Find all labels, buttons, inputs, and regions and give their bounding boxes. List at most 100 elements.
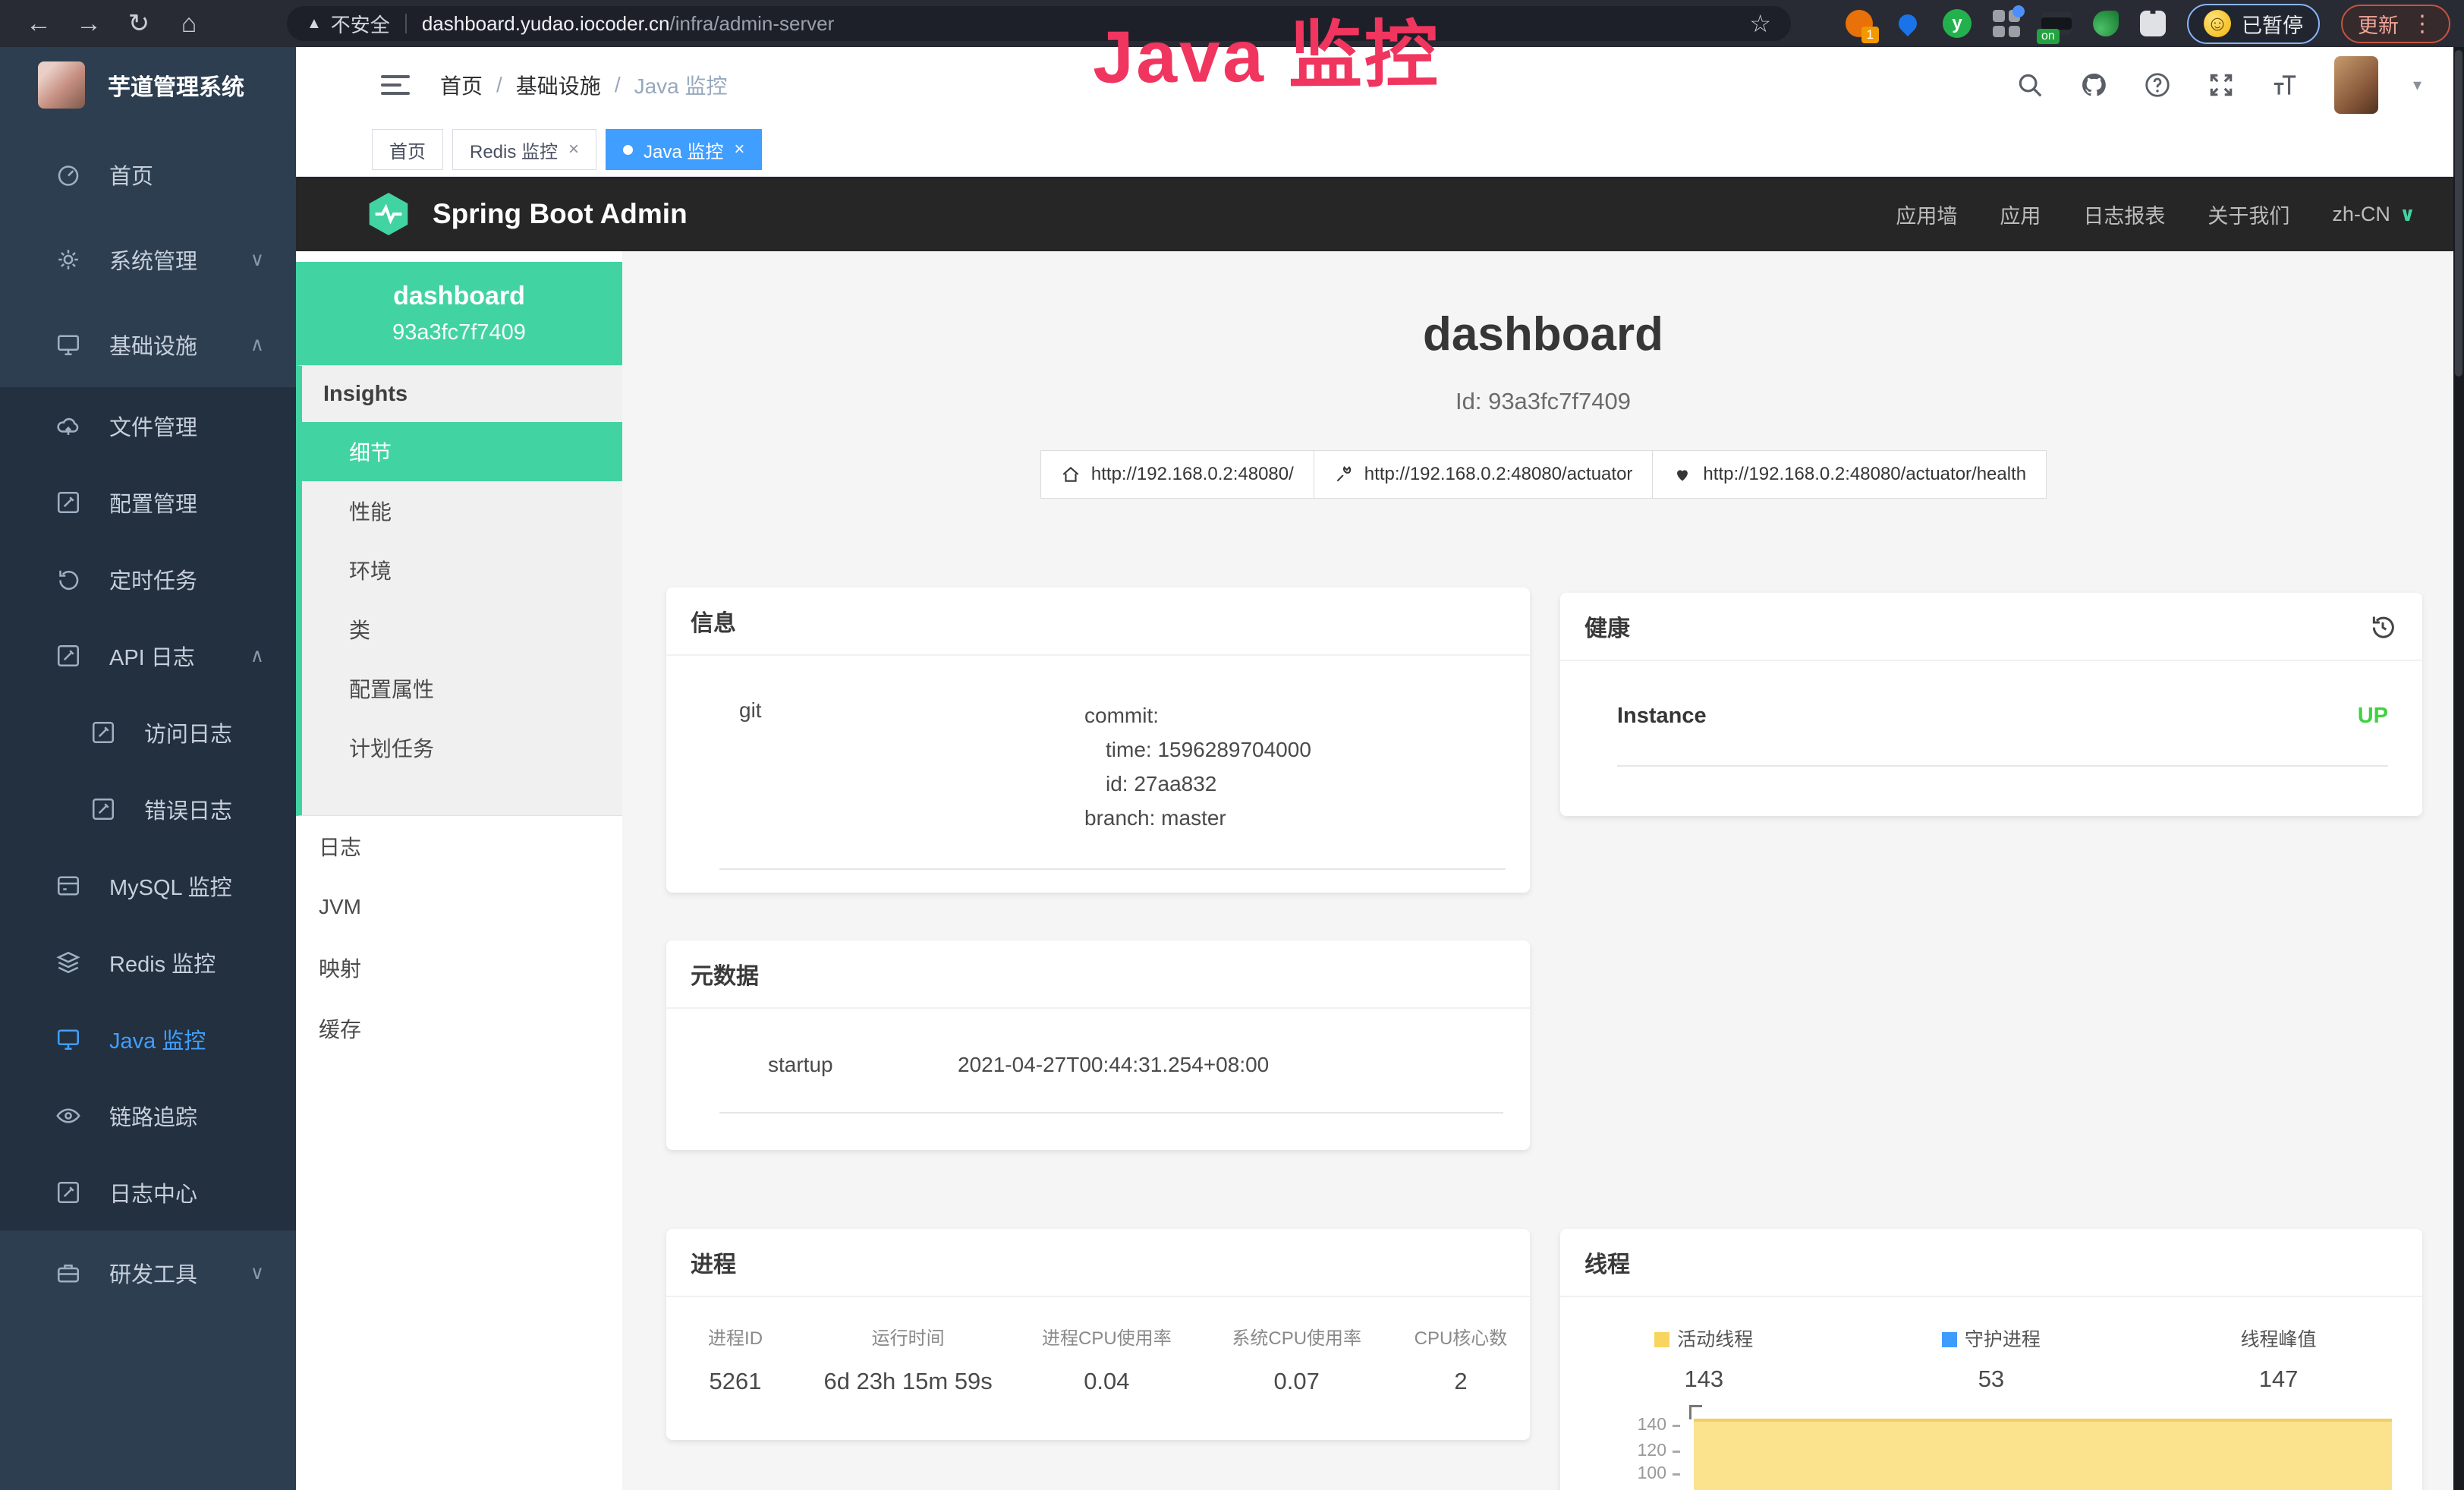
extension-switch-icon[interactable]: on [2041, 12, 2072, 35]
tab-java[interactable]: Java 监控 × [606, 129, 762, 170]
sidebar-item-home[interactable]: 首页 [0, 132, 296, 217]
health-history-icon[interactable] [2368, 611, 2398, 641]
threads-card: 线程 活动线程 守护进程 线程峰值 143 53 147 140 [1560, 1229, 2422, 1490]
fullscreen-icon[interactable] [2207, 71, 2236, 99]
browser-forward-button[interactable]: → [64, 9, 114, 39]
monitor-icon [55, 331, 82, 358]
sba-menu-details[interactable]: 细节 [296, 422, 622, 481]
endpoint-home-button[interactable]: http://192.168.0.2:48080/ [1040, 450, 1314, 499]
sba-menu-scheduledtasks[interactable]: 计划任务 [302, 718, 622, 777]
breadcrumb-section[interactable]: 基础设施 [516, 70, 601, 100]
sidebar-item-api-log[interactable]: API 日志 ∧ [0, 617, 296, 694]
home-icon [1061, 465, 1081, 484]
tab-redis[interactable]: Redis 监控 × [452, 129, 596, 170]
sidebar-item-system[interactable]: 系统管理 ∨ [0, 217, 296, 302]
breadcrumb-separator [496, 73, 502, 97]
extension-orange-icon[interactable]: 1 [1846, 10, 1873, 37]
sidebar-item-file[interactable]: 文件管理 [0, 387, 296, 464]
sba-brand[interactable]: Spring Boot Admin [433, 198, 688, 230]
sba-menu-logfile[interactable]: 日志 [296, 816, 622, 877]
search-icon[interactable] [2016, 71, 2044, 99]
sidebar-item-config[interactable]: 配置管理 [0, 464, 296, 540]
col-header-uptime: 运行时间 [804, 1323, 1012, 1350]
sidebar-item-log-center[interactable]: 日志中心 [0, 1154, 296, 1230]
legend-swatch-yellow [1654, 1332, 1669, 1347]
sba-nav-applications[interactable]: 应用 [2000, 200, 2041, 229]
avatar-caret-icon[interactable]: ▾ [2413, 75, 2422, 95]
extension-pin-icon[interactable] [1895, 11, 1921, 36]
sba-menu-classes[interactable]: 类 [302, 600, 622, 659]
sba-menu-configprops[interactable]: 配置属性 [302, 659, 622, 718]
cloud-upload-icon [55, 412, 82, 439]
close-icon[interactable]: × [734, 139, 744, 160]
user-avatar[interactable] [2334, 56, 2378, 114]
endpoint-actuator-button[interactable]: http://192.168.0.2:48080/actuator [1314, 450, 1654, 499]
sba-instance-header[interactable]: dashboard 93a3fc7f7409 [296, 262, 622, 365]
col-header-cpu-cores: CPU核心数 [1392, 1323, 1530, 1350]
sba-menu-env[interactable]: 环境 [302, 540, 622, 600]
sidebar-submenu-infra: 文件管理 配置管理 定时任务 API 日志 ∧ [0, 387, 296, 1230]
extension-grid-icon[interactable] [1993, 10, 2020, 37]
sba-menu-mappings[interactable]: 映射 [296, 937, 622, 998]
close-icon[interactable]: × [568, 139, 579, 160]
address-bar[interactable]: ▲ 不安全 dashboard.yudao.iocoder.cn/infra/a… [287, 6, 1791, 41]
chevron-down-icon: ∨ [250, 248, 264, 271]
sba-menu-metrics[interactable]: 性能 [302, 481, 622, 540]
sidebar-item-label: MySQL 监控 [109, 870, 232, 902]
breadcrumb-home[interactable]: 首页 [440, 70, 483, 100]
sba-insights-group: Insights 细节 性能 环境 类 配置属性 计划任务 [296, 365, 622, 816]
bookmark-star-icon[interactable]: ☆ [1749, 9, 1771, 38]
hamburger-icon[interactable] [381, 70, 410, 100]
security-label[interactable]: 不安全 [331, 10, 390, 38]
paused-profile-chip[interactable]: ☺ 已暂停 [2187, 4, 2320, 44]
sidebar-item-devtools[interactable]: 研发工具 ∨ [0, 1230, 296, 1315]
browser-reload-button[interactable]: ↻ [114, 8, 164, 39]
extensions-puzzle-icon[interactable] [2140, 11, 2166, 36]
sidebar-item-java[interactable]: Java 监控 [0, 1000, 296, 1077]
tab-label: 首页 [389, 137, 426, 163]
sidebar-item-label: Redis 监控 [109, 947, 216, 978]
help-icon[interactable] [2143, 71, 2172, 99]
sidebar-item-job[interactable]: 定时任务 [0, 540, 296, 617]
health-card: 健康 Instance UP [1560, 593, 2422, 816]
sba-nav-wall[interactable]: 应用墙 [1896, 200, 1957, 229]
y-axis-tick: 120 [1583, 1440, 1680, 1460]
extension-leaf-icon[interactable] [2093, 11, 2119, 36]
browser-update-button[interactable]: 更新 ⋮ [2341, 5, 2450, 43]
admin-logo-row[interactable]: 芋道管理系统 [0, 47, 296, 123]
sba-nav-journal[interactable]: 日志报表 [2083, 200, 2165, 229]
sba-menu-caches[interactable]: 缓存 [296, 998, 622, 1059]
threads-card-title: 线程 [1584, 1246, 1630, 1279]
github-icon[interactable] [2079, 71, 2108, 99]
browser-scrollbar[interactable] [2453, 47, 2464, 1490]
active-dot-icon [623, 145, 633, 155]
sidebar-item-mysql[interactable]: MySQL 监控 [0, 847, 296, 924]
sidebar-item-infra[interactable]: 基础设施 ∧ [0, 302, 296, 387]
sba-nav-about[interactable]: 关于我们 [2208, 200, 2289, 229]
sidebar-item-label: 日志中心 [109, 1177, 197, 1208]
scrollbar-thumb[interactable] [2455, 50, 2462, 376]
browser-menu-kebab-icon[interactable]: ⋮ [2411, 11, 2434, 37]
extension-y-icon[interactable]: y [1943, 9, 1972, 38]
admin-menu: 首页 系统管理 ∨ 基础设施 ∧ 文件管理 [0, 123, 296, 1315]
endpoint-health-button[interactable]: http://192.168.0.2:48080/actuator/health [1652, 450, 2047, 499]
browser-back-button[interactable]: ← [14, 9, 64, 39]
font-size-icon[interactable] [2270, 71, 2299, 99]
sidebar-item-label: 研发工具 [109, 1257, 197, 1289]
sba-content: dashboard Id: 93a3fc7f7409 http://192.16… [622, 251, 2464, 1490]
tab-home[interactable]: 首页 [372, 129, 443, 170]
database-icon [55, 872, 82, 899]
sidebar-item-redis[interactable]: Redis 监控 [0, 924, 296, 1000]
sidebar-item-error-log[interactable]: 错误日志 [0, 770, 296, 847]
sidebar-item-access-log[interactable]: 访问日志 [0, 694, 296, 770]
breadcrumb: 首页 基础设施 Java 监控 [440, 70, 728, 100]
sba-header: Spring Boot Admin 应用墙 应用 日志报表 关于我们 zh-CN… [296, 177, 2464, 251]
instance-id-line: Id: 93a3fc7f7409 [622, 388, 2464, 415]
sidebar-item-label: 系统管理 [109, 244, 197, 276]
browser-home-button[interactable]: ⌂ [164, 9, 214, 39]
sba-menu-jvm[interactable]: JVM [296, 877, 622, 937]
sidebar-item-label: 定时任务 [109, 563, 197, 595]
sidebar-item-trace[interactable]: 链路追踪 [0, 1077, 296, 1154]
sba-locale-select[interactable]: zh-CN ∨ [2332, 203, 2415, 226]
wrench-icon [1334, 465, 1354, 484]
